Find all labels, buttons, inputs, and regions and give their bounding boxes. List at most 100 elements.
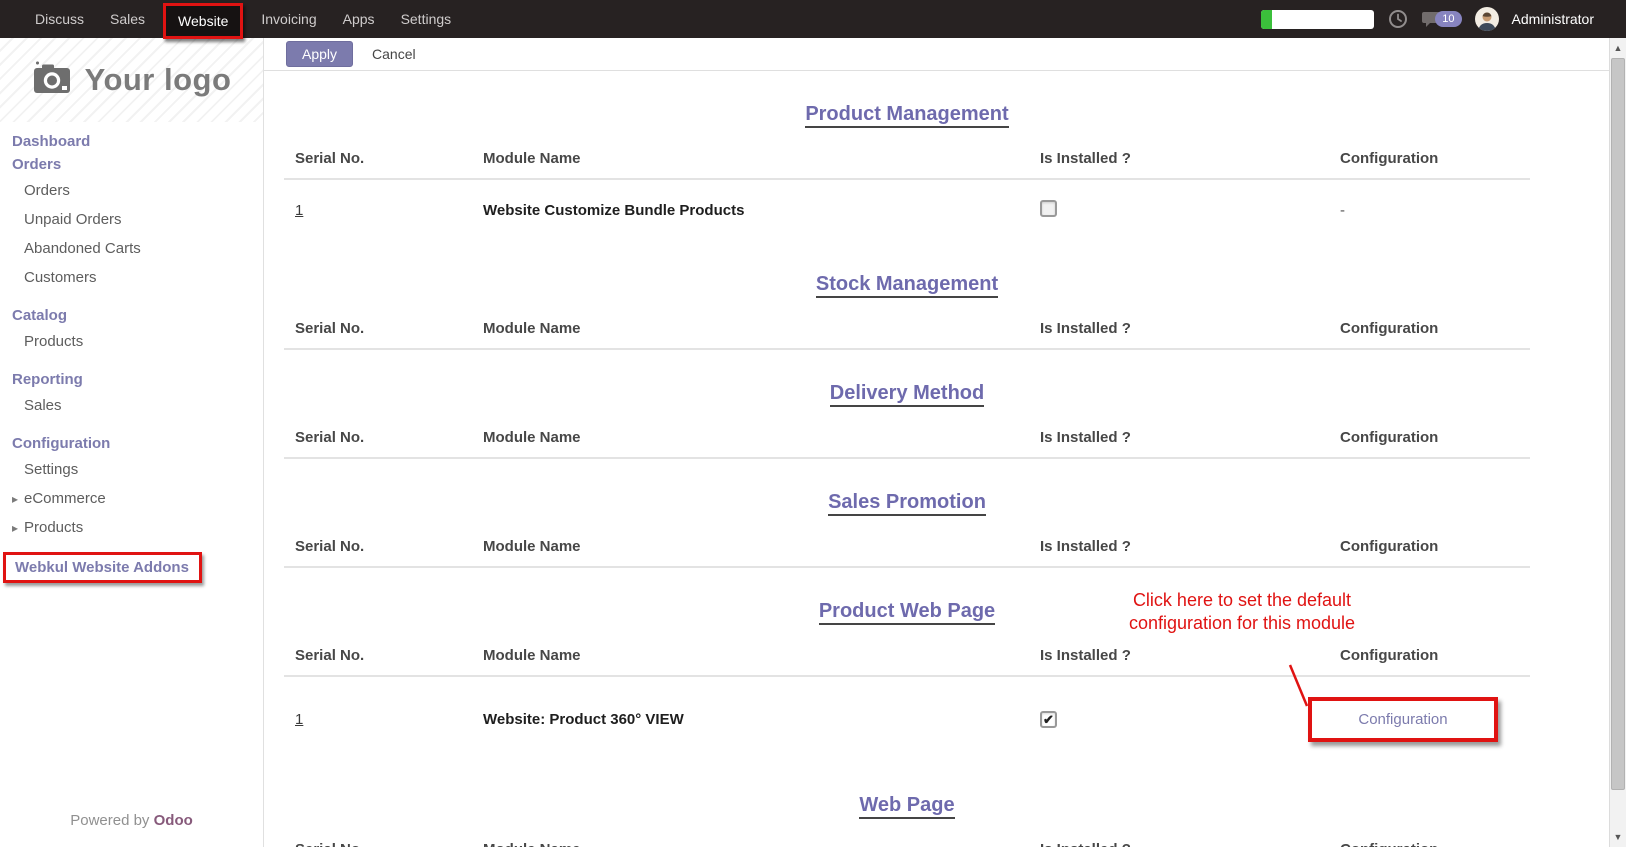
sidebar-item-label: Orders	[24, 182, 70, 199]
scrollbar-thumb[interactable]	[1611, 58, 1625, 790]
column-header-module-name: Module Name	[472, 841, 1029, 847]
module-row: 1Website Customize Bundle Products -	[284, 180, 1530, 241]
progress-widget[interactable]	[1261, 10, 1374, 29]
column-header-module-name: Module Name	[472, 538, 1029, 555]
sidebar: Your logo Dashboard Orders Orders Unpaid Or…	[0, 38, 264, 847]
column-header-serial-no: Serial No.	[284, 841, 472, 847]
sidebar-item-reporting[interactable]: Reporting	[12, 368, 263, 391]
column-header-module-name: Module Name	[472, 320, 1029, 337]
sidebar-item-unpaid-orders[interactable]: Unpaid Orders	[12, 205, 263, 234]
camera-icon	[32, 61, 72, 100]
main-content: Apply Cancel Product Management Serial N…	[264, 38, 1609, 847]
configuration-link[interactable]: Configuration	[1358, 711, 1447, 728]
odoo-brand-link[interactable]: Odoo	[154, 812, 193, 829]
annotation-text: Click here to set the default configurat…	[1032, 589, 1452, 635]
section-web-page: Web Page Serial No.Module NameIs Install…	[284, 762, 1530, 847]
sidebar-item-dashboard[interactable]: Dashboard	[12, 130, 263, 153]
column-header-configuration: Configuration	[1329, 841, 1530, 847]
column-header-configuration: Configuration	[1329, 647, 1530, 664]
nav-item-website[interactable]: Website	[163, 3, 243, 39]
nav-item-apps[interactable]: Apps	[330, 1, 388, 37]
nav-item-settings[interactable]: Settings	[388, 1, 465, 37]
sidebar-item-catalog[interactable]: Catalog	[12, 304, 263, 327]
column-header-serial-no: Serial No.	[284, 150, 472, 167]
sidebar-item-label: Reporting	[12, 371, 83, 388]
column-header-serial-no: Serial No.	[284, 429, 472, 446]
toolbar: Apply Cancel	[264, 38, 1609, 71]
app-window: Discuss Sales Website Invoicing Apps Set…	[0, 0, 1626, 847]
section-title[interactable]: Stock Management	[816, 273, 998, 298]
serial-no: 1	[284, 202, 472, 219]
avatar[interactable]	[1475, 7, 1499, 31]
sidebar-item-products[interactable]: ▸Products	[12, 513, 263, 542]
sidebar-item-label: Customers	[24, 269, 97, 286]
table-header-row: Serial No.Module NameIs Installed ?Confi…	[284, 429, 1530, 459]
scroll-down-icon[interactable]: ▼	[1610, 827, 1626, 847]
scroll-up-icon[interactable]: ▲	[1610, 38, 1626, 58]
column-header-is-installed: Is Installed ?	[1029, 429, 1329, 446]
sidebar-item-sales[interactable]: Sales	[12, 391, 263, 420]
apply-button[interactable]: Apply	[286, 41, 353, 67]
nav-item-sales[interactable]: Sales	[97, 1, 158, 37]
column-header-module-name: Module Name	[472, 647, 1029, 664]
section-title[interactable]: Product Web Page	[819, 600, 995, 625]
sidebar-item-customers[interactable]: Customers	[12, 263, 263, 292]
column-header-configuration: Configuration	[1329, 429, 1530, 446]
sidebar-item-orders[interactable]: Orders	[12, 153, 263, 176]
sidebar-item-settings[interactable]: Settings	[12, 455, 263, 484]
notification-badge: 10	[1435, 11, 1461, 27]
column-header-configuration: Configuration	[1329, 320, 1530, 337]
module-row: 1Website: Product 360° VIEW Configuration	[284, 677, 1530, 762]
column-header-configuration: Configuration	[1329, 150, 1530, 167]
sidebar-item-label: Sales	[24, 397, 62, 414]
section-title[interactable]: Sales Promotion	[828, 491, 986, 516]
table-header-row: Serial No.Module NameIs Installed ?Confi…	[284, 647, 1530, 677]
configuration-value: -	[1340, 202, 1345, 219]
logo[interactable]: Your logo	[0, 38, 263, 122]
user-name[interactable]: Administrator	[1512, 11, 1594, 27]
sidebar-item-orders[interactable]: Orders	[12, 176, 263, 205]
table-header-row: Serial No.Module NameIs Installed ?Confi…	[284, 538, 1530, 568]
activities-clock-icon[interactable]	[1387, 8, 1409, 30]
table-header-row: Serial No.Module NameIs Installed ?Confi…	[284, 150, 1530, 180]
serial-no: 1	[284, 711, 472, 728]
messages-icon[interactable]: 10	[1422, 10, 1461, 28]
column-header-is-installed: Is Installed ?	[1029, 841, 1329, 847]
sidebar-item-products[interactable]: Products	[12, 327, 263, 356]
sidebar-item-abandoned-carts[interactable]: Abandoned Carts	[12, 234, 263, 263]
sidebar-item-label: Settings	[24, 461, 78, 478]
installed-checkbox[interactable]	[1040, 200, 1057, 217]
caret-right-icon: ▸	[12, 521, 24, 535]
cancel-button[interactable]: Cancel	[362, 42, 426, 66]
sidebar-item-ecommerce[interactable]: ▸eCommerce	[12, 484, 263, 513]
section-title[interactable]: Delivery Method	[830, 382, 984, 407]
installed-checkbox[interactable]	[1040, 711, 1057, 728]
systray: 10 Administrator	[1261, 7, 1594, 31]
section-product-web-page: Product Web Page Serial No.Module NameIs…	[284, 568, 1530, 762]
column-header-module-name: Module Name	[472, 429, 1029, 446]
page-body: Your logo Dashboard Orders Orders Unpaid Or…	[0, 38, 1626, 847]
sidebar-item-webkul-website-addons[interactable]: Webkul Website Addons	[3, 552, 202, 583]
column-header-is-installed: Is Installed ?	[1029, 150, 1329, 167]
caret-right-icon: ▸	[12, 492, 24, 506]
nav-item-discuss[interactable]: Discuss	[22, 1, 97, 37]
module-sections: Product Management Serial No.Module Name…	[264, 71, 1609, 847]
section-title[interactable]: Web Page	[859, 794, 954, 819]
section-delivery-method: Delivery Method Serial No.Module NameIs …	[284, 350, 1530, 459]
sidebar-item-label: Abandoned Carts	[24, 240, 141, 257]
sidebar-item-label: Products	[24, 519, 83, 536]
powered-by: Powered by Odoo	[0, 812, 263, 829]
sidebar-item-configuration[interactable]: Configuration	[12, 432, 263, 455]
module-name: Website: Product 360° VIEW	[472, 711, 1029, 728]
scrollbar[interactable]: ▲ ▼	[1609, 38, 1626, 847]
sidebar-item-label: Orders	[12, 156, 61, 173]
module-name: Website Customize Bundle Products	[472, 202, 1029, 219]
sidebar-item-label: eCommerce	[24, 490, 106, 507]
section-title[interactable]: Product Management	[805, 103, 1008, 128]
column-header-serial-no: Serial No.	[284, 320, 472, 337]
table-header-row: Serial No.Module NameIs Installed ?Confi…	[284, 841, 1530, 847]
sidebar-item-label: Dashboard	[12, 133, 90, 150]
sidebar-item-label: Configuration	[12, 435, 110, 452]
main-menu: Discuss Sales Website Invoicing Apps Set…	[22, 0, 464, 38]
nav-item-invoicing[interactable]: Invoicing	[248, 1, 329, 37]
